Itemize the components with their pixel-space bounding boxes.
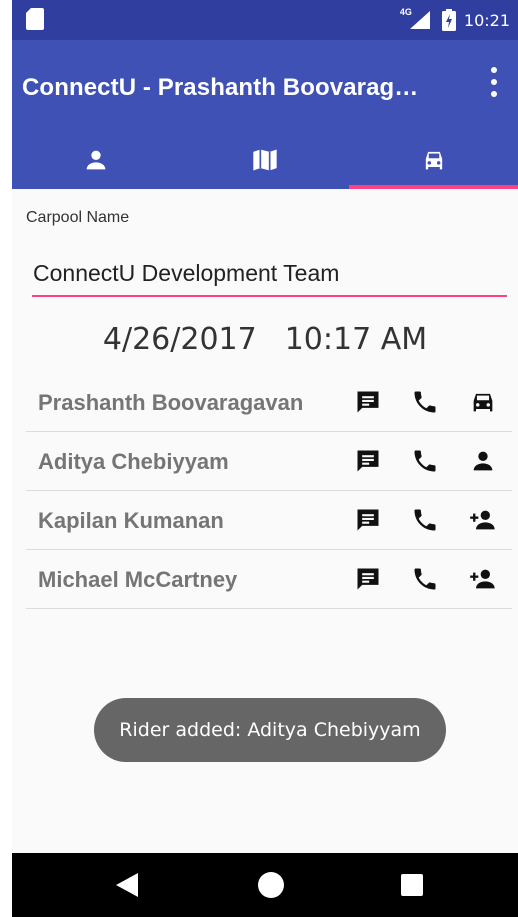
member-name: Prashanth Boovaragavan: [38, 390, 304, 415]
status-bar: 4G 10:21: [12, 0, 518, 40]
carpool-name-label: Carpool Name: [26, 209, 130, 226]
member-row: Aditya Chebiyyam: [26, 432, 512, 491]
back-icon[interactable]: [116, 873, 138, 897]
phone-icon[interactable]: [410, 564, 440, 594]
phone-icon[interactable]: [410, 505, 440, 535]
car-icon: [425, 151, 442, 169]
add-person-icon[interactable]: [468, 505, 498, 535]
member-row: Kapilan Kumanan: [26, 491, 512, 550]
carpool-time[interactable]: 10:17 AM: [285, 322, 427, 357]
battery-charging-icon: [441, 9, 456, 31]
message-icon[interactable]: [353, 387, 383, 417]
system-nav-bar: [12, 853, 518, 917]
car-icon[interactable]: [468, 387, 498, 417]
status-time: 10:21: [463, 10, 510, 30]
map-icon: [253, 149, 277, 170]
carpool-name-field[interactable]: [32, 255, 507, 297]
message-icon[interactable]: [353, 564, 383, 594]
add-person-icon[interactable]: [468, 564, 498, 594]
message-icon[interactable]: [353, 505, 383, 535]
phone-icon[interactable]: [410, 387, 440, 417]
person-icon: [86, 150, 106, 169]
signal-icon: 4G: [400, 7, 432, 31]
member-list: Prashanth Boovaragavan Aditya Chebiyyam: [26, 373, 512, 609]
overflow-menu-icon[interactable]: [484, 64, 504, 100]
tab-bar: [12, 130, 518, 189]
app-toolbar: ConnectU - Prashanth Boovarag…: [12, 40, 518, 130]
tab-profile[interactable]: [12, 130, 181, 189]
member-name: Aditya Chebiyyam: [38, 449, 229, 474]
sd-card-icon: [26, 8, 44, 30]
tab-map[interactable]: [181, 130, 350, 189]
message-icon[interactable]: [353, 446, 383, 476]
app-title: ConnectU - Prashanth Boovarag…: [22, 74, 419, 101]
tab-carpool[interactable]: [349, 130, 518, 189]
phone-icon[interactable]: [410, 446, 440, 476]
app-screen: 4G 10:21 ConnectU - Prashanth Boovarag…: [12, 0, 518, 917]
member-row: Michael McCartney: [26, 550, 512, 609]
member-row: Prashanth Boovaragavan: [26, 373, 512, 432]
member-name: Michael McCartney: [38, 567, 238, 592]
toast-message: Rider added: Aditya Chebiyyam: [94, 698, 446, 762]
active-tab-indicator: [349, 185, 518, 189]
member-name: Kapilan Kumanan: [38, 508, 224, 533]
home-icon[interactable]: [258, 872, 284, 898]
recent-apps-icon[interactable]: [401, 874, 423, 896]
carpool-date[interactable]: 4/26/2017: [103, 322, 257, 357]
carpool-datetime: 4/26/2017 10:17 AM: [12, 322, 518, 357]
person-icon[interactable]: [468, 446, 498, 476]
